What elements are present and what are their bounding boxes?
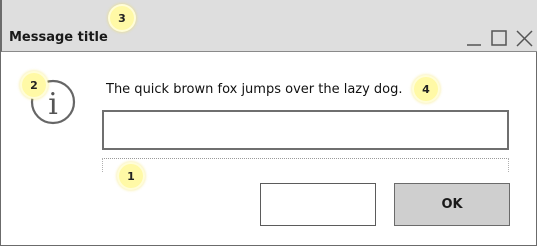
annotation-badge-3: 3 xyxy=(110,6,134,30)
annotation-badge-4: 4 xyxy=(414,77,438,101)
minimize-icon[interactable] xyxy=(465,28,485,48)
maximize-icon[interactable] xyxy=(489,28,509,48)
annotation-badge-1: 1 xyxy=(119,164,143,188)
info-glyph: i xyxy=(48,87,58,122)
ok-button[interactable]: OK xyxy=(394,183,510,226)
title-bar[interactable]: Message title xyxy=(1,0,537,52)
message-text: The quick brown fox jumps over the lazy … xyxy=(106,82,403,97)
dotted-placeholder-region xyxy=(102,158,509,172)
secondary-button[interactable] xyxy=(260,183,376,226)
close-icon[interactable] xyxy=(514,28,534,48)
message-dialog: Message title i The quick brown fox jump… xyxy=(0,0,537,246)
text-input[interactable] xyxy=(102,110,509,150)
annotation-badge-2: 2 xyxy=(22,73,46,97)
dialog-title: Message title xyxy=(9,30,108,45)
